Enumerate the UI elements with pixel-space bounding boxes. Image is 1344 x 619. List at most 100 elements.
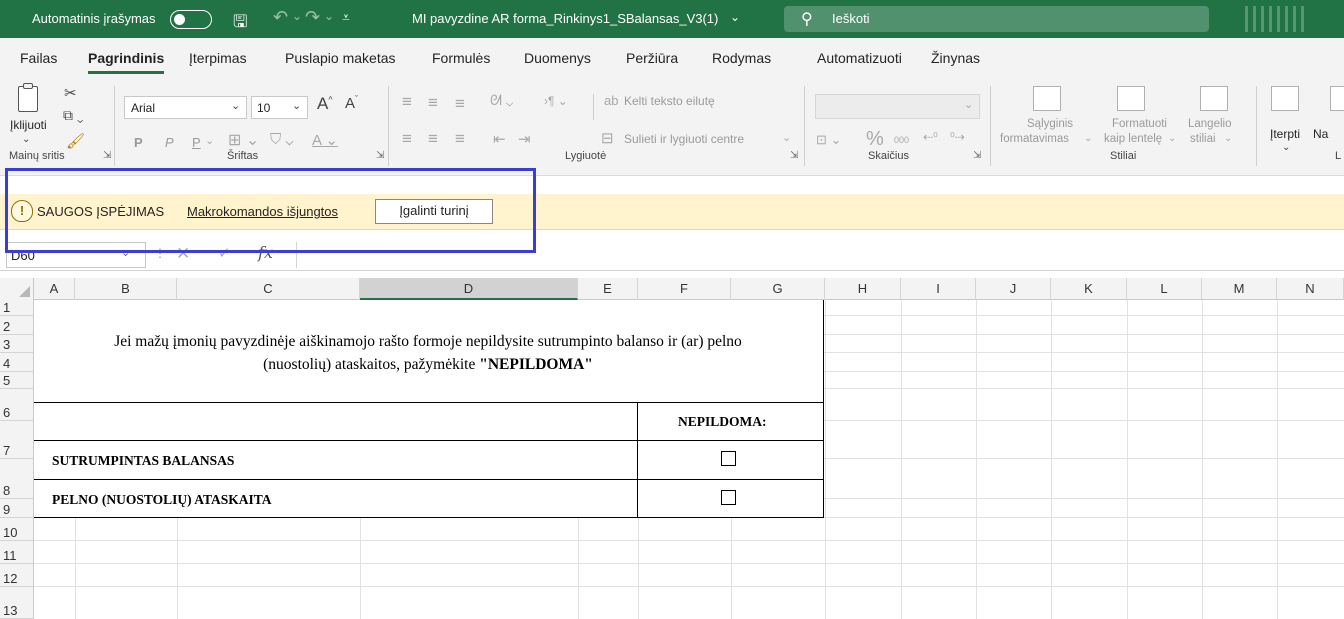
- conditional-chevron-icon[interactable]: ⌄: [1084, 133, 1092, 144]
- undo-dropdown-icon[interactable]: ⌄: [292, 9, 302, 23]
- row-header[interactable]: 10: [0, 518, 34, 541]
- cell-styles-chevron-icon[interactable]: ⌄: [1224, 133, 1232, 144]
- column-header[interactable]: F: [638, 278, 731, 300]
- row-header[interactable]: 13: [0, 587, 34, 619]
- fill-color-icon[interactable]: ⛉ ⌄: [270, 131, 294, 148]
- row-header[interactable]: 3: [0, 335, 34, 353]
- row-header[interactable]: 2: [0, 316, 34, 335]
- cell-styles-icon[interactable]: [1200, 86, 1228, 111]
- quick-access-customize-icon[interactable]: ⩡: [342, 9, 350, 26]
- shrink-font-icon[interactable]: Aˇ: [345, 94, 358, 112]
- tab-perziura[interactable]: Peržiūra: [626, 50, 678, 66]
- save-icon[interactable]: 🖫: [233, 9, 247, 38]
- search-box[interactable]: ⚲ Ieškoti: [784, 6, 1209, 32]
- number-format-select[interactable]: ⌄: [815, 94, 980, 119]
- paste-icon[interactable]: [18, 86, 38, 112]
- number-launcher-icon[interactable]: ⇲: [973, 150, 981, 161]
- column-header[interactable]: N: [1277, 278, 1344, 300]
- cell-styles-line1[interactable]: Langelio: [1188, 118, 1231, 130]
- borders-icon[interactable]: ⊞ ⌄: [228, 130, 259, 150]
- column-header-selected[interactable]: D: [360, 278, 578, 300]
- conditional-formatting-line2[interactable]: formatavimas: [1000, 133, 1069, 145]
- font-color-icon[interactable]: A ⌄: [312, 131, 338, 149]
- format-as-table-line2[interactable]: kaip lentelę: [1104, 133, 1162, 145]
- delete-cells-icon[interactable]: [1330, 86, 1344, 111]
- merge-chevron-icon[interactable]: ⌄: [782, 131, 791, 144]
- balansas-checkbox[interactable]: [721, 451, 736, 466]
- grow-font-icon[interactable]: A^: [317, 94, 333, 114]
- font-launcher-icon[interactable]: ⇲: [376, 150, 384, 161]
- row-header[interactable]: 8: [0, 459, 34, 499]
- row-header[interactable]: 1: [0, 300, 34, 316]
- undo-icon[interactable]: ↶: [273, 7, 288, 28]
- row-header[interactable]: 11: [0, 541, 34, 564]
- underline-button[interactable]: P: [192, 135, 201, 150]
- decrease-decimal-icon[interactable]: ⁰⇢: [950, 130, 965, 144]
- paste-button[interactable]: Įklijuoti: [10, 118, 47, 132]
- comma-style-button[interactable]: 000: [894, 135, 909, 145]
- delete-button-partial[interactable]: Na: [1313, 127, 1328, 141]
- column-header[interactable]: J: [976, 278, 1051, 300]
- tab-zinynas[interactable]: Žinynas: [931, 50, 980, 66]
- bold-button[interactable]: P: [134, 135, 143, 150]
- insert-button[interactable]: Įterpti: [1270, 127, 1300, 141]
- file-name[interactable]: MI pavyzdine AR forma_Rinkinys1_SBalansa…: [412, 11, 718, 26]
- filename-chevron-icon[interactable]: ⌄: [730, 10, 740, 24]
- row-header[interactable]: 4: [0, 353, 34, 372]
- tab-puslapio-maketas[interactable]: Puslapio maketas: [285, 50, 396, 66]
- merge-center-icon[interactable]: ⊟: [601, 129, 614, 147]
- text-direction-icon[interactable]: ›¶ ⌄: [544, 94, 568, 108]
- align-left-icon[interactable]: ≡: [402, 129, 412, 149]
- underline-chevron-icon[interactable]: ⌄: [205, 134, 214, 147]
- orientation-icon[interactable]: ᘛ ⌄: [490, 92, 513, 109]
- worksheet-grid[interactable]: A B C D E F G H I J K L M N 1 2 3 4 5 6 …: [0, 278, 1344, 619]
- merge-center-button[interactable]: Sulieti ir lygiuoti centre: [624, 132, 744, 146]
- autosave-toggle[interactable]: [170, 10, 212, 29]
- column-header[interactable]: C: [177, 278, 360, 300]
- wrap-text-button[interactable]: Kelti teksto eilutę: [624, 94, 715, 108]
- pelno-checkbox[interactable]: [721, 490, 736, 505]
- format-as-table-line1[interactable]: Formatuoti: [1112, 118, 1167, 130]
- italic-button[interactable]: P: [165, 135, 174, 150]
- accounting-format-icon[interactable]: ⊡ ⌄: [816, 132, 841, 148]
- column-header[interactable]: L: [1127, 278, 1202, 300]
- conditional-formatting-line1[interactable]: Sąlyginis: [1027, 118, 1073, 130]
- align-center-icon[interactable]: ≡: [428, 129, 438, 149]
- copy-icon[interactable]: ⧉ ⌄: [63, 107, 84, 124]
- font-name-select[interactable]: Arial ⌄: [124, 96, 247, 119]
- tab-duomenys[interactable]: Duomenys: [524, 50, 591, 66]
- column-header[interactable]: B: [75, 278, 177, 300]
- insert-chevron-icon[interactable]: ⌄: [1282, 142, 1290, 153]
- increase-decimal-icon[interactable]: ⇠⁰: [923, 130, 938, 144]
- font-size-select[interactable]: 10 ⌄: [251, 96, 308, 119]
- align-right-icon[interactable]: ≡: [455, 129, 465, 149]
- paste-chevron-icon[interactable]: ⌄: [22, 134, 30, 145]
- row-header[interactable]: 12: [0, 564, 34, 587]
- redo-dropdown-icon[interactable]: ⌄: [324, 9, 334, 23]
- increase-indent-icon[interactable]: ⇥: [518, 130, 531, 148]
- percent-button[interactable]: %: [866, 128, 884, 151]
- select-all-button[interactable]: [0, 278, 34, 300]
- tab-rodymas[interactable]: Rodymas: [712, 50, 771, 66]
- cell-styles-line2[interactable]: stiliai: [1190, 133, 1216, 145]
- insert-cells-icon[interactable]: [1271, 86, 1299, 111]
- column-header[interactable]: I: [901, 278, 976, 300]
- format-table-chevron-icon[interactable]: ⌄: [1168, 133, 1176, 144]
- redo-icon[interactable]: ↷: [305, 7, 320, 28]
- align-middle-icon[interactable]: ≡: [428, 93, 438, 113]
- column-header[interactable]: M: [1202, 278, 1277, 300]
- column-header[interactable]: E: [578, 278, 638, 300]
- column-header[interactable]: G: [731, 278, 825, 300]
- align-top-icon[interactable]: ≡: [402, 92, 412, 112]
- align-bottom-icon[interactable]: ≡: [455, 94, 465, 114]
- cut-icon[interactable]: ✂: [64, 84, 77, 102]
- alignment-launcher-icon[interactable]: ⇲: [790, 150, 798, 161]
- tab-failas[interactable]: Failas: [20, 50, 57, 66]
- clipboard-launcher-icon[interactable]: ⇲: [103, 150, 111, 161]
- decrease-indent-icon[interactable]: ⇤: [493, 130, 506, 148]
- row-header[interactable]: 7: [0, 421, 34, 459]
- column-header[interactable]: H: [825, 278, 901, 300]
- tab-iterpimas[interactable]: Įterpimas: [189, 50, 247, 66]
- row-header[interactable]: 9: [0, 499, 34, 518]
- tab-formules[interactable]: Formulės: [432, 50, 490, 66]
